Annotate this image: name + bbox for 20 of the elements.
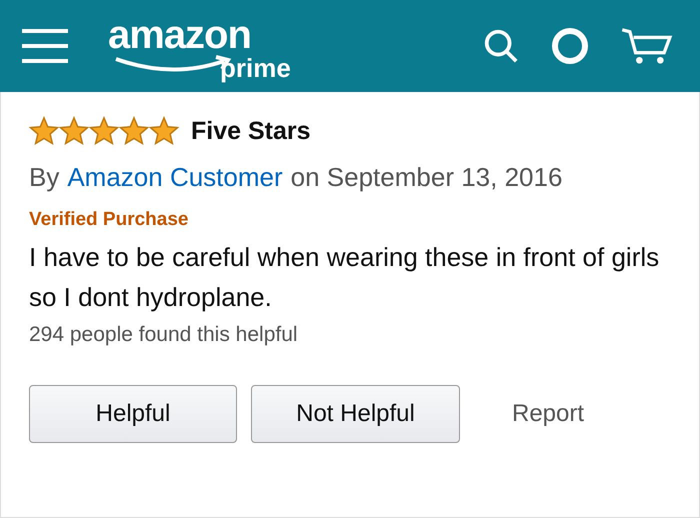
report-link[interactable]: Report <box>512 400 584 428</box>
review-text: I have to be careful when wearing these in front of girls so I dont hydroplane. <box>29 241 660 314</box>
author-link[interactable]: Amazon Customer <box>67 162 283 193</box>
star-icon <box>89 116 119 146</box>
ring-icon[interactable] <box>550 26 590 66</box>
vote-button[interactable]: Helpful <box>29 385 237 443</box>
verified-purchase-label: Verified Purchase <box>29 209 190 231</box>
menu-icon[interactable] <box>22 27 68 65</box>
vote-button[interactable]: Not Helpful <box>251 385 460 443</box>
star-icon <box>59 116 89 146</box>
logo[interactable]: amazon prime <box>108 11 304 81</box>
review-date: on September 13, 2016 <box>290 162 562 193</box>
helpful-count: 294 people found this helpful <box>29 323 299 347</box>
by-label: By <box>29 162 60 193</box>
cart-icon[interactable] <box>620 26 674 66</box>
search-icon[interactable] <box>482 27 520 65</box>
review-title: Five Stars <box>191 116 311 146</box>
star-icon <box>149 116 179 146</box>
star-icon <box>29 116 59 146</box>
star-icon <box>119 116 149 146</box>
